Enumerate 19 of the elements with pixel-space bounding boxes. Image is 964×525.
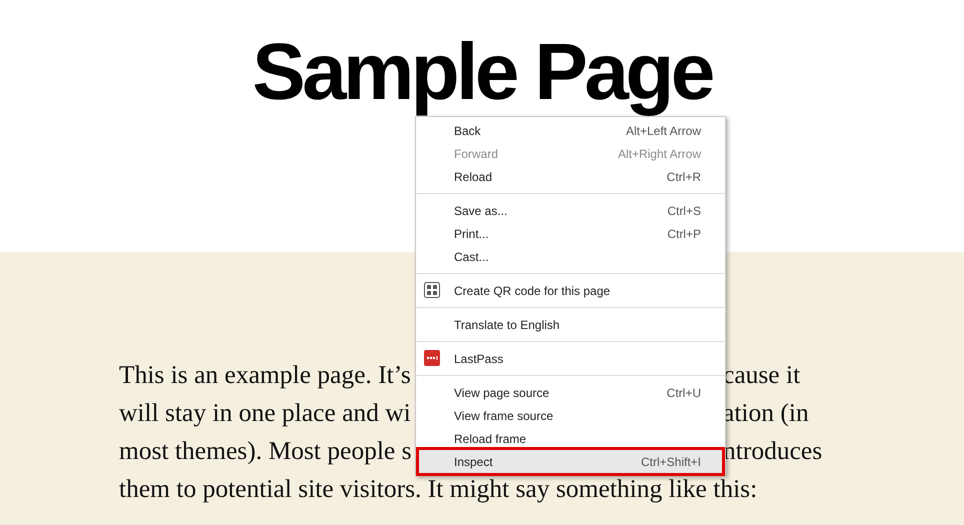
paragraph-text: This is an example page. It’s bbox=[119, 362, 412, 388]
menu-item[interactable]: Back Alt+Left Arrow bbox=[416, 119, 725, 142]
paragraph-text: ntroduces bbox=[723, 438, 824, 464]
menu-item[interactable]: Create QR code for this page bbox=[416, 279, 725, 302]
menu-item[interactable]: Reload Ctrl+R bbox=[416, 165, 725, 188]
menu-item[interactable]: View page source Ctrl+U bbox=[416, 381, 725, 404]
menu-item[interactable]: Translate to English bbox=[416, 313, 725, 336]
paragraph-text: most themes). Most people s bbox=[119, 438, 413, 464]
lastpass-icon bbox=[424, 350, 440, 366]
menu-item[interactable]: View frame source bbox=[416, 404, 725, 427]
menu-item[interactable]: Reload frame bbox=[416, 427, 725, 450]
menu-item[interactable]: Inspect Ctrl+Shift+I bbox=[419, 450, 722, 473]
paragraph-text: them to potential site visitors. It might say something like this: bbox=[119, 476, 758, 502]
menu-item[interactable]: Print... Ctrl+P bbox=[416, 222, 725, 245]
menu-item[interactable]: LastPass bbox=[416, 347, 725, 370]
paragraph-text: will stay in one place and wi bbox=[119, 400, 412, 426]
grid-icon bbox=[424, 282, 440, 298]
menu-item[interactable]: Save as... Ctrl+S bbox=[416, 199, 725, 222]
menu-item[interactable]: Cast... bbox=[416, 245, 725, 268]
